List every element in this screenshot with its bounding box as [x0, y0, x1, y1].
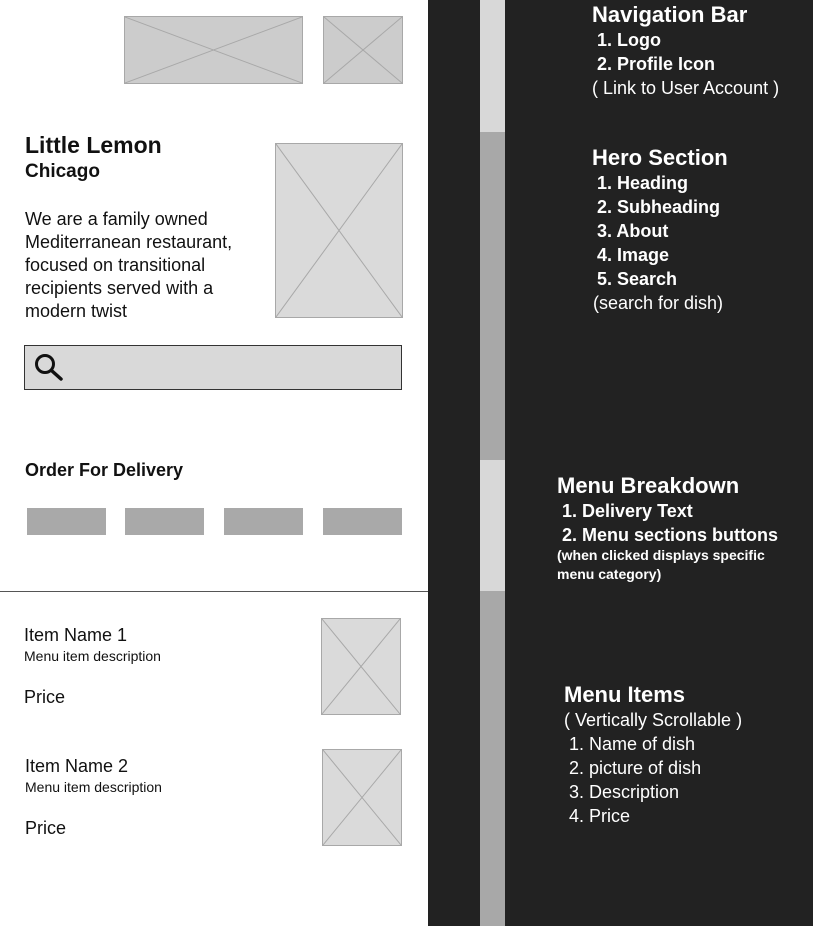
hero-about-text: We are a family owned Mediterranean rest… — [25, 209, 233, 321]
annotation-hero-line: 3. About — [597, 221, 669, 241]
item-description: Menu item description — [25, 779, 162, 795]
section-marker-hero — [480, 132, 505, 460]
annotation-hero-title: Hero Section — [592, 145, 728, 170]
annotation-items-line: 4. Price — [569, 806, 631, 826]
item-description: Menu item description — [24, 648, 161, 664]
category-button-3[interactable] — [224, 508, 303, 535]
annotation-items-line: 1. Name of dish — [569, 734, 696, 754]
annotation-items-title: Menu Items — [564, 682, 686, 707]
category-button-2[interactable] — [125, 508, 204, 535]
annotation-hero-line: 1. Heading — [597, 173, 689, 193]
section-marker-items — [480, 591, 505, 926]
annotation-breakdown-title: Menu Breakdown — [557, 473, 740, 498]
item-image-placeholder — [322, 749, 402, 846]
annotation-hero-line: 5. Search — [597, 269, 678, 289]
item-image-placeholder — [321, 618, 401, 715]
search-icon — [35, 354, 63, 381]
section-divider — [0, 591, 428, 592]
category-button-1[interactable] — [27, 508, 106, 535]
hero-subheading: Chicago — [25, 161, 100, 182]
annotation-items-line: 2. picture of dish — [569, 758, 702, 778]
annotation-hero-line: 2. Subheading — [597, 197, 721, 217]
wireframe-screen: Little Lemon Chicago We are a family own… — [0, 0, 428, 926]
logo-placeholder — [124, 16, 303, 84]
annotation-items-line: 3. Description — [569, 782, 680, 802]
profile-icon-placeholder[interactable] — [323, 16, 403, 84]
annotation-items-line: ( Vertically Scrollable ) — [564, 710, 743, 730]
annotation-breakdown-line: menu category) — [557, 566, 662, 582]
section-marker-nav — [480, 0, 505, 132]
item-name: Item Name 1 — [24, 625, 128, 645]
section-marker-breakdown — [480, 460, 505, 591]
search-input[interactable] — [24, 345, 402, 390]
annotation-breakdown-line: 2. Menu sections buttons — [562, 525, 779, 545]
annotation-breakdown-line: 1. Delivery Text — [562, 501, 693, 521]
annotation-hero-line: 4. Image — [597, 245, 670, 265]
annotation-nav-line: 2. Profile Icon — [597, 54, 716, 74]
hero-image-placeholder — [275, 143, 403, 318]
annotation-nav-title: Navigation Bar — [592, 2, 748, 27]
annotation-hero-line: (search for dish) — [593, 293, 724, 313]
category-button-4[interactable] — [323, 508, 402, 535]
item-name: Item Name 2 — [25, 756, 129, 776]
item-price: Price — [24, 687, 66, 707]
hero-heading: Little Lemon — [25, 132, 162, 158]
delivery-heading: Order For Delivery — [25, 460, 184, 480]
annotation-nav-line: ( Link to User Account ) — [592, 78, 780, 98]
item-price: Price — [25, 818, 67, 838]
annotation-breakdown-line: (when clicked displays specific — [557, 547, 765, 563]
annotation-nav-line: 1. Logo — [597, 30, 661, 50]
